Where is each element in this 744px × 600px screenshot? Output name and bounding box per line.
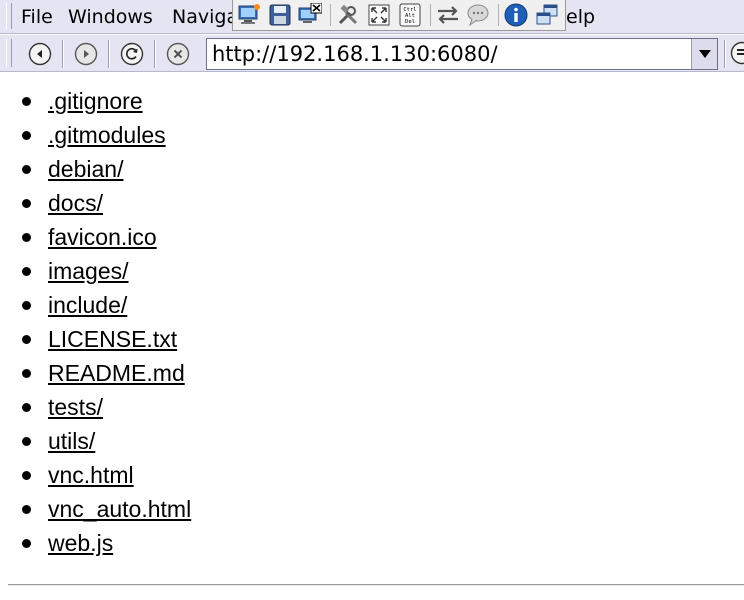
fullscreen-icon	[368, 4, 390, 26]
file-link[interactable]: LICENSE.txt	[48, 322, 177, 356]
bullet-icon	[22, 335, 31, 344]
file-link[interactable]: vnc_auto.html	[48, 492, 191, 526]
options-icon	[339, 4, 358, 25]
menu-help[interactable]: elp	[566, 6, 595, 28]
disconnect-button[interactable]	[298, 2, 324, 28]
go-icon	[730, 41, 744, 65]
bullet-icon	[22, 539, 31, 548]
file-link[interactable]: vnc.html	[48, 458, 134, 492]
nav-divider	[724, 40, 726, 68]
file-link[interactable]: utils/	[48, 424, 95, 458]
transfer-icon	[437, 6, 458, 24]
options-button[interactable]	[335, 2, 361, 28]
nav-divider	[154, 40, 156, 68]
url-text[interactable]: http://192.168.1.130:6080/	[212, 42, 498, 66]
bullet-icon	[22, 233, 31, 242]
file-link[interactable]: docs/	[48, 186, 103, 220]
file-link[interactable]: web.js	[48, 526, 113, 560]
navigation-toolbar: http://192.168.1.130:6080/	[0, 35, 744, 72]
info-icon	[504, 3, 528, 27]
reload-icon	[120, 42, 144, 66]
bullet-icon	[22, 505, 31, 514]
stop-icon	[166, 42, 190, 66]
chevron-down-icon	[698, 50, 711, 58]
file-link[interactable]: README.md	[48, 356, 185, 390]
fullscreen-button[interactable]	[366, 2, 392, 28]
nav-divider	[62, 40, 64, 68]
bullet-icon	[22, 369, 31, 378]
disconnect-icon	[298, 3, 323, 23]
bullet-icon	[22, 165, 31, 174]
menu-bar-grip[interactable]	[6, 3, 12, 29]
file-link[interactable]: images/	[48, 254, 129, 288]
del-key-label: Del	[405, 19, 415, 25]
menu-file[interactable]: File	[21, 6, 53, 28]
toolbar-separator	[429, 4, 431, 26]
ctrl-alt-del-icon: Ctrl Alt Del	[399, 3, 421, 27]
transfer-button[interactable]	[435, 2, 461, 28]
nav-divider	[108, 40, 110, 68]
bullet-icon	[22, 199, 31, 208]
save-icon	[269, 4, 291, 26]
toolbar-separator	[330, 4, 332, 26]
back-button[interactable]	[28, 42, 52, 66]
reload-button[interactable]	[120, 42, 144, 66]
bullet-icon	[22, 437, 31, 446]
menu-windows[interactable]: Windows	[68, 6, 153, 28]
windows-button[interactable]	[534, 2, 560, 28]
chat-button[interactable]	[466, 2, 492, 28]
file-link[interactable]: .gitmodules	[48, 118, 166, 152]
url-field[interactable]: http://192.168.1.130:6080/	[206, 38, 718, 70]
back-icon	[28, 42, 52, 66]
new-connection-button[interactable]	[236, 2, 262, 28]
url-history-dropdown[interactable]	[691, 39, 717, 69]
bullet-icon	[22, 301, 31, 310]
nav-toolbar-grip[interactable]	[6, 39, 12, 67]
new-connection-icon	[238, 4, 260, 24]
file-link[interactable]: .gitignore	[48, 84, 143, 118]
bullet-icon	[22, 471, 31, 480]
file-link[interactable]: debian/	[48, 152, 123, 186]
bullet-icon	[22, 97, 31, 106]
file-link[interactable]: include/	[48, 288, 127, 322]
save-button[interactable]	[267, 2, 293, 28]
ctrl-alt-del-button[interactable]: Ctrl Alt Del	[397, 2, 423, 28]
windows-icon	[536, 4, 558, 25]
chat-icon	[467, 4, 489, 27]
file-link[interactable]: favicon.ico	[48, 220, 157, 254]
forward-icon	[74, 42, 98, 66]
info-button[interactable]	[503, 2, 529, 28]
bullet-icon	[22, 131, 31, 140]
bullet-icon	[22, 403, 31, 412]
bullet-icon	[22, 267, 31, 276]
menu-navigate[interactable]: Naviga	[172, 6, 238, 28]
forward-button[interactable]	[74, 42, 98, 66]
vnc-toolbar: Ctrl Alt Del	[232, 0, 566, 31]
horizontal-rule	[8, 584, 744, 586]
stop-button[interactable]	[166, 42, 190, 66]
file-link[interactable]: tests/	[48, 390, 103, 424]
go-button[interactable]	[730, 41, 744, 65]
toolbar-separator	[498, 4, 500, 26]
